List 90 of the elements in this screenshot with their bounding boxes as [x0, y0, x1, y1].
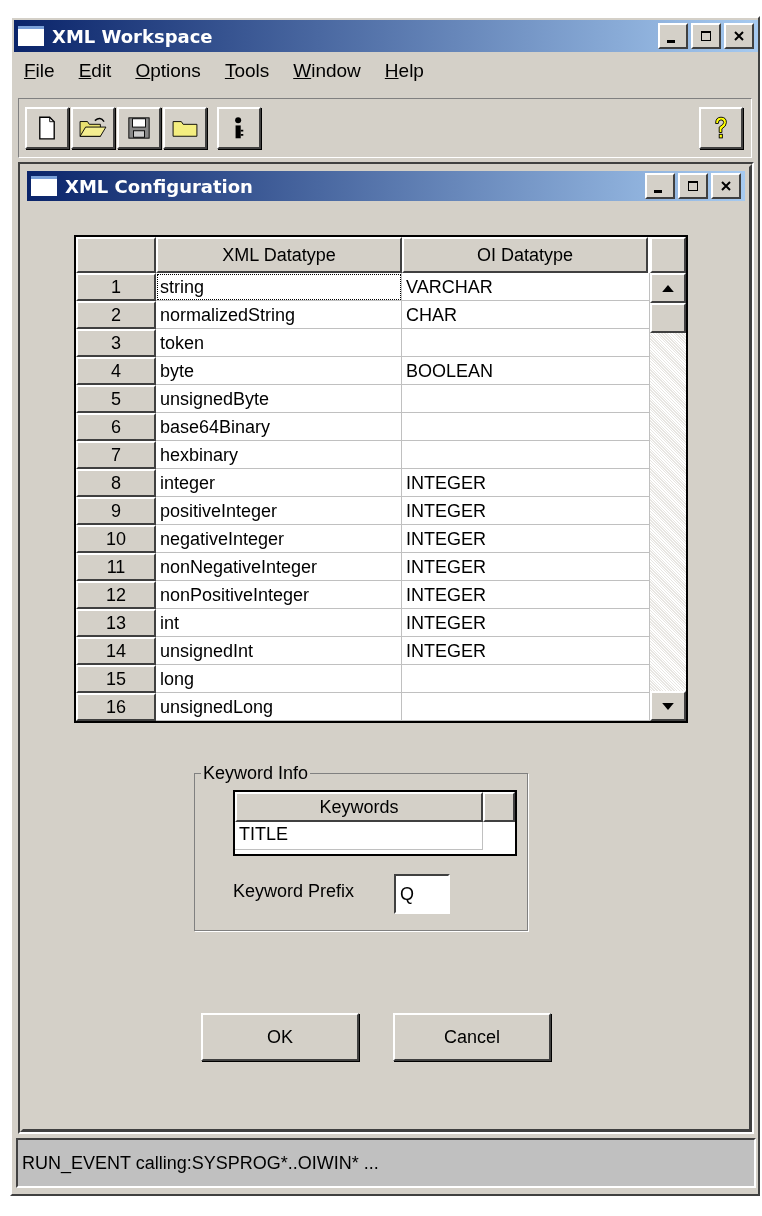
maximize-icon: [687, 180, 699, 192]
row-header[interactable]: 4: [76, 357, 156, 385]
table-cell: nonNegativeInteger: [156, 553, 402, 581]
table-cell: VARCHAR: [402, 273, 650, 301]
maximize-button[interactable]: [678, 173, 708, 199]
new-document-button[interactable]: [25, 107, 69, 149]
column-header[interactable]: Keywords: [235, 792, 483, 822]
field-label: Keyword Prefix: [233, 880, 355, 902]
table-cell: unsignedInt: [156, 637, 402, 665]
table-cell: INTEGER: [402, 609, 650, 637]
menu-item[interactable]: Window: [293, 60, 361, 82]
child-window-title: XML Configuration: [65, 175, 254, 197]
scroll-up-button[interactable]: [650, 273, 686, 303]
table-cell: TITLE: [235, 822, 483, 850]
maximize-button[interactable]: [691, 23, 721, 49]
table-cell: unsignedLong: [156, 693, 402, 721]
close-button[interactable]: [724, 23, 754, 49]
row-header[interactable]: 5: [76, 385, 156, 413]
row-header[interactable]: 1: [76, 273, 156, 301]
column-header[interactable]: XML Datatype: [156, 237, 402, 273]
up-arrow-icon: [662, 284, 674, 292]
table-cell: BOOLEAN: [402, 357, 650, 385]
table-cell: positiveInteger: [156, 497, 402, 525]
down-arrow-icon: [662, 702, 674, 710]
table-cell: INTEGER: [402, 497, 650, 525]
row-header[interactable]: 14: [76, 637, 156, 665]
menu-item[interactable]: File: [24, 60, 55, 82]
document-icon: [38, 116, 56, 140]
close-button[interactable]: [711, 173, 741, 199]
row-header[interactable]: 10: [76, 525, 156, 553]
window-title: XML Workspace: [52, 25, 214, 47]
row-header[interactable]: 2: [76, 301, 156, 329]
folder-button[interactable]: [163, 107, 207, 149]
minimize-button[interactable]: [658, 23, 688, 49]
row-header[interactable]: 3: [76, 329, 156, 357]
close-icon: [733, 30, 745, 42]
minimize-icon: [654, 189, 662, 193]
table-cell: string: [156, 273, 402, 301]
question-mark-icon: [712, 115, 730, 141]
menu-item[interactable]: Edit: [78, 60, 112, 82]
table-cell: integer: [156, 469, 402, 497]
window-icon: [31, 176, 57, 196]
column-header[interactable]: OI Datatype: [402, 237, 648, 273]
ok-button[interactable]: OK: [201, 1013, 359, 1061]
open-folder-icon: [78, 116, 108, 140]
table-cell: hexbinary: [156, 441, 402, 469]
table-cell: CHAR: [402, 301, 650, 329]
table-cell: INTEGER: [402, 553, 650, 581]
row-header[interactable]: 12: [76, 581, 156, 609]
table-cell: INTEGER: [402, 637, 650, 665]
table-cell: normalizedString: [156, 301, 402, 329]
menu-item[interactable]: Tools: [224, 60, 270, 82]
table-cell: base64Binary: [156, 413, 402, 441]
help-button[interactable]: [699, 107, 743, 149]
scroll-thumb[interactable]: [650, 303, 686, 333]
maximize-icon: [700, 30, 712, 42]
window-icon: [18, 26, 44, 46]
table-cell: INTEGER: [402, 581, 650, 609]
row-header[interactable]: 9: [76, 497, 156, 525]
group-title: Keyword Info: [202, 763, 310, 784]
row-header[interactable]: 7: [76, 441, 156, 469]
row-header[interactable]: 6: [76, 413, 156, 441]
row-header[interactable]: 8: [76, 469, 156, 497]
table-cell: long: [156, 665, 402, 693]
table-cell: int: [156, 609, 402, 637]
menu-item[interactable]: Help: [384, 60, 424, 82]
keyword-prefix-field[interactable]: Q: [394, 874, 451, 914]
scroll-down-button[interactable]: [650, 691, 686, 721]
save-button[interactable]: [117, 107, 161, 149]
table-cell: token: [156, 329, 402, 357]
table-cell: byte: [156, 357, 402, 385]
status-bar: RUN_EVENT calling:SYSPROG*..OIWIN* ...: [16, 1138, 756, 1188]
minimize-button[interactable]: [645, 173, 675, 199]
menu-item[interactable]: Options: [135, 60, 201, 82]
cancel-button[interactable]: Cancel: [393, 1013, 551, 1061]
row-header[interactable]: 13: [76, 609, 156, 637]
row-header[interactable]: 15: [76, 665, 156, 693]
open-button[interactable]: [71, 107, 115, 149]
close-icon: [720, 180, 732, 192]
table-cell: INTEGER: [402, 525, 650, 553]
vertical-scrollbar[interactable]: [650, 273, 686, 721]
row-header[interactable]: 16: [76, 693, 156, 721]
row-header[interactable]: 11: [76, 553, 156, 581]
table-cell: nonPositiveInteger: [156, 581, 402, 609]
info-icon: [233, 115, 245, 141]
table-cell: unsignedByte: [156, 385, 402, 413]
table-cell: negativeInteger: [156, 525, 402, 553]
minimize-icon: [667, 39, 675, 43]
table-cell: INTEGER: [402, 469, 650, 497]
info-button[interactable]: [217, 107, 261, 149]
